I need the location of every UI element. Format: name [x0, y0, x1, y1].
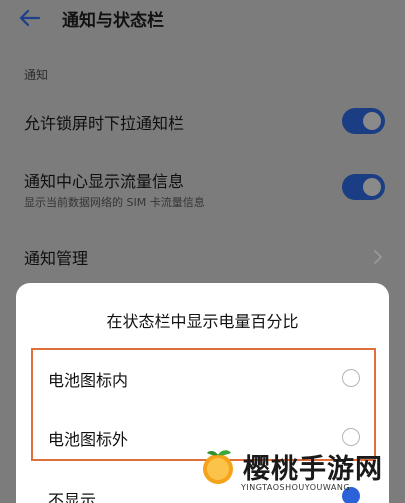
orange-logo-icon	[203, 450, 233, 484]
traffic-info-subtitle: 显示当前数据网络的 SIM 卡流量信息	[24, 196, 205, 209]
watermark-text: 樱桃手游网	[243, 454, 383, 485]
option-label: 不显示	[48, 491, 97, 503]
option-label: 电池图标外	[48, 430, 129, 449]
toggle-knob	[363, 178, 381, 196]
option-label: 电池图标内	[48, 371, 129, 390]
dialog-title: 在状态栏中显示电量百分比	[106, 312, 299, 331]
traffic-info-label: 通知中心显示流量信息	[24, 172, 185, 191]
settings-screen: 通知与状态栏 通知 允许锁屏时下拉通知栏 通知中心显示流量信息 显示当前数据网络…	[0, 0, 405, 503]
watermark-subtext: YINGTAOSHOUYOUWANG	[241, 483, 351, 492]
lock-screen-pulldown-row[interactable]: 允许锁屏时下拉通知栏	[0, 100, 405, 144]
option-inside-battery-icon[interactable]: 电池图标内	[16, 353, 389, 403]
traffic-info-row[interactable]: 通知中心显示流量信息 显示当前数据网络的 SIM 卡流量信息	[0, 160, 405, 216]
back-arrow-icon[interactable]	[18, 8, 42, 28]
traffic-info-toggle[interactable]	[342, 174, 385, 200]
page-title: 通知与状态栏	[62, 11, 164, 31]
chevron-right-icon	[374, 250, 382, 264]
toggle-knob	[363, 112, 381, 130]
radio-inside-battery-icon[interactable]	[342, 369, 360, 387]
notification-management-label: 通知管理	[24, 249, 89, 268]
lock-screen-pulldown-label: 允许锁屏时下拉通知栏	[24, 114, 185, 133]
notification-management-row[interactable]: 通知管理	[0, 234, 405, 278]
section-label-notifications: 通知	[24, 68, 49, 82]
lock-screen-pulldown-toggle[interactable]	[342, 108, 385, 134]
watermark: 樱桃手游网 YINGTAOSHOUYOUWANG	[195, 443, 405, 503]
header: 通知与状态栏	[0, 0, 405, 44]
